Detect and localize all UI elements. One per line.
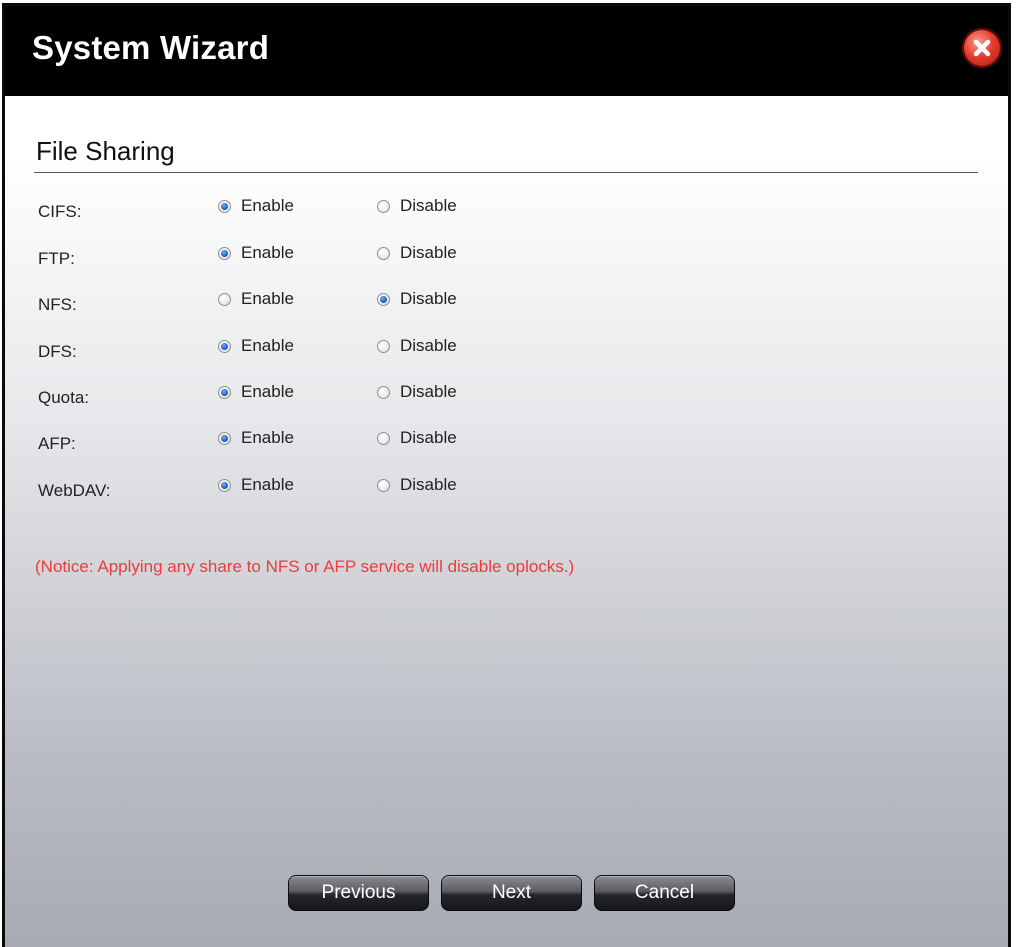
disable-label: Disable [400, 243, 457, 262]
disable-label: Disable [400, 382, 457, 401]
service-label: CIFS: [38, 202, 82, 221]
close-icon [973, 39, 991, 57]
enable-label: Enable [241, 475, 294, 494]
disable-label: Disable [400, 336, 457, 355]
service-row-afp: AFP: Enable Disable [5, 428, 705, 458]
disable-label: Disable [400, 196, 457, 215]
service-row-nfs: NFS: Enable Disable [5, 289, 705, 319]
enable-label: Enable [241, 382, 294, 401]
service-row-cifs: CIFS: Enable Disable [5, 196, 705, 226]
section-divider [34, 172, 978, 173]
disable-label: Disable [400, 428, 457, 447]
service-label: NFS: [38, 295, 77, 314]
enable-label: Enable [241, 289, 294, 308]
section-title: File Sharing [36, 136, 175, 166]
nfs-disable-radio[interactable] [377, 292, 390, 306]
disable-label: Disable [400, 289, 457, 308]
service-row-quota: Quota: Enable Disable [5, 382, 705, 412]
afp-disable-option[interactable]: Disable [377, 428, 457, 448]
service-label: FTP: [38, 249, 75, 268]
afp-enable-radio[interactable] [218, 431, 231, 445]
cifs-enable-option[interactable]: Enable [218, 196, 294, 216]
service-label: AFP: [38, 434, 76, 453]
previous-button[interactable]: Previous [288, 875, 429, 911]
service-row-dfs: DFS: Enable Disable [5, 336, 705, 366]
system-wizard-dialog: System Wizard File Sharing CIFS: Enable Di… [2, 3, 1011, 947]
ftp-disable-radio[interactable] [377, 246, 390, 260]
cifs-enable-radio[interactable] [218, 199, 231, 213]
nfs-enable-radio[interactable] [218, 292, 231, 306]
enable-label: Enable [241, 336, 294, 355]
dfs-enable-option[interactable]: Enable [218, 336, 294, 356]
webdav-enable-option[interactable]: Enable [218, 475, 294, 495]
quota-enable-radio[interactable] [218, 385, 231, 399]
service-label: WebDAV: [38, 481, 111, 500]
webdav-enable-radio[interactable] [218, 478, 231, 492]
dfs-enable-radio[interactable] [218, 339, 231, 353]
dfs-disable-radio[interactable] [377, 339, 390, 353]
nfs-disable-option[interactable]: Disable [377, 289, 457, 309]
dialog-title: System Wizard [32, 29, 270, 66]
ftp-enable-option[interactable]: Enable [218, 243, 294, 263]
cifs-disable-option[interactable]: Disable [377, 196, 457, 216]
afp-enable-option[interactable]: Enable [218, 428, 294, 448]
afp-disable-radio[interactable] [377, 431, 390, 445]
nfs-enable-option[interactable]: Enable [218, 289, 294, 309]
webdav-disable-option[interactable]: Disable [377, 475, 457, 495]
quota-disable-radio[interactable] [377, 385, 390, 399]
close-button[interactable] [962, 28, 1002, 68]
ftp-disable-option[interactable]: Disable [377, 243, 457, 263]
enable-label: Enable [241, 428, 294, 447]
service-label: DFS: [38, 342, 77, 361]
disable-label: Disable [400, 475, 457, 494]
enable-label: Enable [241, 243, 294, 262]
quota-disable-option[interactable]: Disable [377, 382, 457, 402]
next-button[interactable]: Next [441, 875, 582, 911]
service-label: Quota: [38, 388, 90, 407]
enable-label: Enable [241, 196, 294, 215]
oplocks-notice: (Notice: Applying any share to NFS or AF… [35, 557, 575, 576]
webdav-disable-radio[interactable] [377, 478, 390, 492]
quota-enable-option[interactable]: Enable [218, 382, 294, 402]
cifs-disable-radio[interactable] [377, 199, 390, 213]
cancel-button[interactable]: Cancel [594, 875, 735, 911]
title-bar: System Wizard [5, 6, 1008, 96]
service-row-webdav: WebDAV: Enable Disable [5, 475, 705, 505]
ftp-enable-radio[interactable] [218, 246, 231, 260]
service-row-ftp: FTP: Enable Disable [5, 243, 705, 273]
dfs-disable-option[interactable]: Disable [377, 336, 457, 356]
